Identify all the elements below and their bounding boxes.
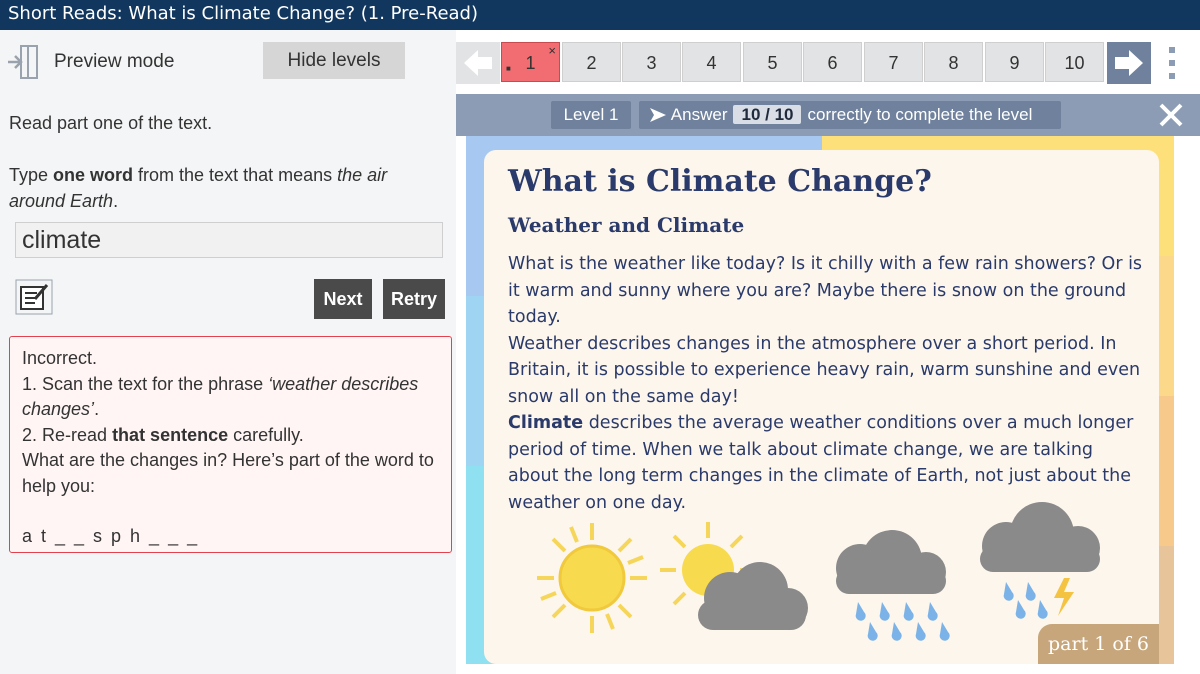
more-vertical-icon[interactable] [1162,42,1182,84]
instruction-text: Read part one of the text. [9,113,213,133]
reading-body: What is the weather like today? Is it ch… [508,251,1148,516]
close-icon[interactable] [1158,102,1184,128]
sun-cloud-icon [660,522,808,630]
feedback-status: Incorrect. [22,348,98,368]
level-label: Level 1 [551,101,631,129]
next-button[interactable]: Next [314,279,372,319]
chevron-right-icon [650,108,666,122]
answer-input[interactable] [15,222,443,258]
page-tab-5[interactable]: 5 [743,42,802,82]
prev-arrow-icon[interactable] [456,42,500,84]
level-score: 10 / 10 [733,105,802,124]
reading-paragraph-1: What is the weather like today? Is it ch… [508,254,1143,327]
page-tab-8[interactable]: 8 [924,42,983,82]
hide-levels-button[interactable]: Hide levels [263,42,405,79]
incorrect-mark: × [548,43,556,58]
level-goal: Answer 10 / 10 correctly to complete the l… [639,101,1061,129]
reading-subtitle: Weather and Climate [508,213,745,237]
page-tab-10[interactable]: 10 [1045,42,1104,82]
page-navigation: 1 × ■ 2 3 4 5 6 7 8 9 10 [456,42,1200,84]
feedback-box: Incorrect. 1. Scan the text for the phra… [9,336,452,553]
page-tab-6[interactable]: 6 [803,42,862,82]
feedback-hint: a t _ _ s p h _ _ _ [22,526,200,546]
page-tab-4[interactable]: 4 [682,42,741,82]
page-tab-2[interactable]: 2 [562,42,621,82]
page-tab-7[interactable]: 7 [864,42,923,82]
rain-cloud-icon [836,530,950,641]
feedback-step-1: 1. Scan the text for the phrase ‘weather… [22,373,419,420]
feedback-step-2: 2. Re-read that sentence carefully. [22,424,304,445]
preview-mode-label: Preview mode [54,51,175,72]
page-tab-9[interactable]: 9 [985,42,1044,82]
storm-cloud-icon [980,502,1100,619]
part-indicator: part 1 of 6 [1038,624,1159,664]
retry-button[interactable]: Retry [383,279,445,319]
current-dot: ■ [506,64,511,73]
exit-icon[interactable] [6,44,40,80]
weather-illustration [537,502,1100,641]
notes-icon[interactable] [15,279,53,315]
sun-icon [537,523,647,633]
question-text: Type one word from the text that means t… [9,165,388,211]
level-bar: Level 1 Answer 10 / 10 correctly to comple… [456,94,1200,136]
feedback-question: What are the changes in? Here’s part of … [22,450,434,496]
window-title: Short Reads: What is Climate Change? (1.… [0,0,1200,30]
reading-paragraph-2: Weather describes changes in the atmosph… [508,333,1141,407]
next-arrow-icon[interactable] [1107,42,1151,84]
reading-title: What is Climate Change? [508,164,932,199]
page-tab-1[interactable]: 1 × ■ [501,42,560,82]
page-tab-3[interactable]: 3 [622,42,681,82]
